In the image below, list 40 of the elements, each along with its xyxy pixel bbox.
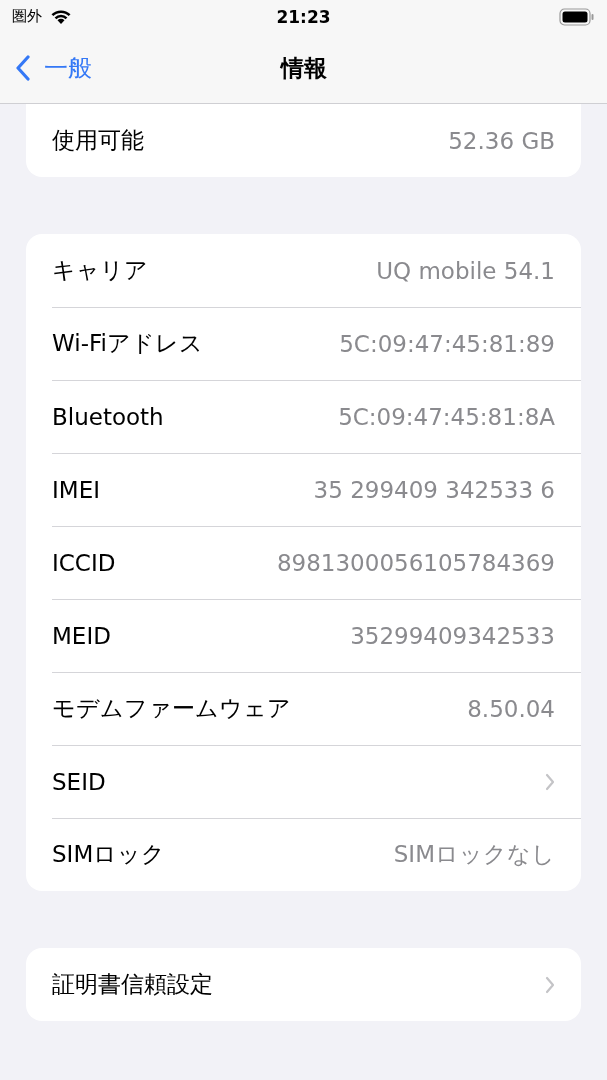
row-label: IMEI (52, 476, 100, 503)
nav-title: 情報 (280, 53, 327, 83)
row-label: ICCID (52, 549, 116, 576)
chevron-icon (545, 772, 555, 791)
battery-icon (559, 7, 595, 26)
carrier-text: 圏外 (12, 7, 42, 26)
settings-row[interactable]: キャリア UQ mobile 54.1 (26, 234, 581, 307)
settings-row[interactable]: Bluetooth 5C:09:47:45:81:8A (26, 380, 581, 453)
row-label: SEID (52, 768, 106, 795)
settings-row[interactable]: MEID 35299409342533 (26, 599, 581, 672)
row-value: 8.50.04 (467, 695, 555, 722)
row-label: 使用可能 (52, 126, 144, 155)
row-label: SIMロック (52, 840, 166, 869)
row-label: Wi-Fiアドレス (52, 329, 203, 358)
settings-row[interactable]: SIMロック SIMロックなし (26, 818, 581, 891)
wifi-icon (50, 8, 72, 25)
settings-row[interactable]: 使用可能 52.36 GB (26, 104, 581, 177)
row-label: Bluetooth (52, 403, 164, 430)
chevron-icon (545, 975, 555, 994)
settings-row[interactable]: SEID (26, 745, 581, 818)
row-label: 証明書信頼設定 (52, 970, 213, 999)
row-value: 8981300056105784369 (276, 549, 555, 576)
row-value: UQ mobile 54.1 (376, 257, 555, 284)
row-value: SIMロックなし (393, 840, 555, 869)
settings-row[interactable]: 証明書信頼設定 (26, 948, 581, 1021)
row-value: 5C:09:47:45:81:89 (339, 330, 555, 357)
back-button[interactable]: 一般 (0, 52, 92, 84)
row-label: キャリア (52, 256, 148, 285)
status-time: 21:23 (276, 6, 331, 27)
row-value: 5C:09:47:45:81:8A (338, 403, 555, 430)
row-label: モデムファームウェア (52, 694, 291, 723)
settings-row[interactable]: モデムファームウェア 8.50.04 (26, 672, 581, 745)
row-value: 35 299409 342533 6 (313, 476, 555, 503)
settings-row[interactable]: Wi-Fiアドレス 5C:09:47:45:81:89 (26, 307, 581, 380)
row-label: MEID (52, 622, 111, 649)
back-chevron-icon (16, 55, 30, 81)
settings-row[interactable]: IMEI 35 299409 342533 6 (26, 453, 581, 526)
row-value: 35299409342533 (350, 622, 555, 649)
row-value: 52.36 GB (448, 127, 555, 154)
settings-row[interactable]: ICCID 8981300056105784369 (26, 526, 581, 599)
